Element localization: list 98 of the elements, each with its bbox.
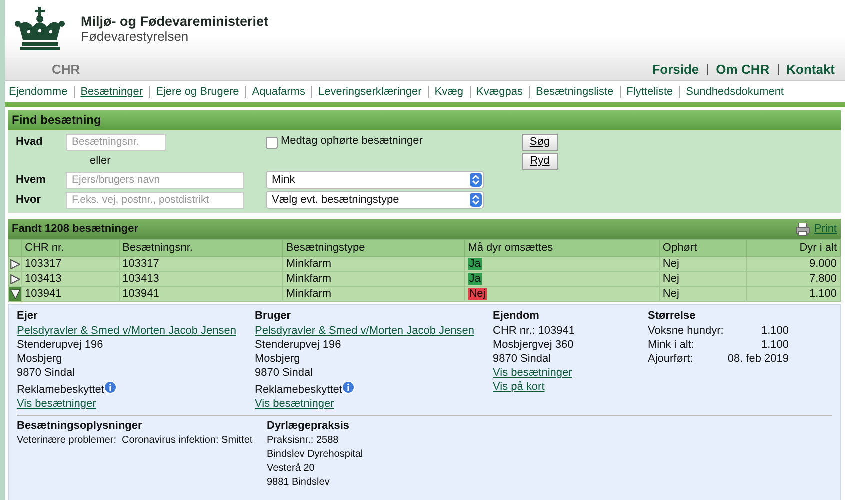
column-header: Besætningsnr. [119, 240, 283, 256]
section-heading: Ejer [17, 309, 39, 324]
property-line: Mosbjergvej 360 [493, 338, 575, 352]
species-dropdown[interactable]: Mink [266, 171, 484, 189]
table-cell: 9.000 [746, 256, 840, 272]
nav-tab[interactable]: Flytteliste [620, 86, 674, 98]
right-triangle-icon[interactable] [10, 274, 20, 284]
vet-line: 9881 Bindslev [267, 476, 331, 490]
address-line: Stenderupvej 196 [17, 338, 104, 352]
property-link[interactable]: Vis besætninger [493, 366, 572, 380]
checkbox-label: Medtag ophørte besætninger [281, 135, 423, 147]
address-line: Stenderupvej 196 [255, 338, 342, 352]
size-value: 1.100 [760, 338, 790, 352]
column-header: Ophørt [659, 240, 747, 256]
ministry-name: Miljø- og Fødevareministeriet [81, 14, 269, 29]
size-label: Mink i alt: [648, 338, 696, 352]
nav-tab[interactable]: Ejere og Brugere [149, 86, 240, 98]
name-link[interactable]: Pelsdyravler & Smed v/Morten Jacob Jensen [17, 324, 236, 338]
property-line: CHR nr.: 103941 [493, 324, 576, 338]
top-link[interactable]: Om CHR [707, 64, 770, 74]
section-heading: Størrelse [648, 309, 697, 324]
crown-logo-icon [13, 7, 67, 51]
section-heading: Ejendom [493, 309, 540, 324]
top-link[interactable]: Kontakt [778, 64, 835, 74]
table-cell: 7.800 [746, 272, 840, 286]
nav-tab[interactable]: Ejendomme [9, 86, 68, 98]
column-header: Dyr i alt [746, 240, 840, 256]
table-cell: 103941 [22, 286, 120, 302]
table-cell: Nej [659, 256, 747, 272]
name-link[interactable]: Pelsdyravler & Smed v/Morten Jacob Jensen [255, 324, 474, 338]
or-label: eller [89, 155, 112, 167]
status-tag: Ja [468, 273, 482, 285]
checkbox[interactable] [266, 137, 278, 149]
nav-tab[interactable]: Kvægpas [470, 86, 524, 98]
address-line: Mosbjerg [17, 352, 64, 366]
table-cell: 103413 [119, 272, 283, 286]
vet-line: Praksisnr.: 2588 [267, 434, 340, 448]
nav-tab[interactable]: Leveringserklæringer [311, 86, 422, 98]
search-button[interactable]: Søg [522, 134, 558, 150]
protection-label: Reklamebeskyttet [255, 383, 342, 397]
table-cell: 103941 [119, 286, 283, 302]
dropdown-arrows-icon [470, 193, 482, 207]
property-link[interactable]: Vis på kort [493, 380, 545, 394]
table-cell: 103413 [22, 272, 120, 286]
nav-tab[interactable]: Kvæg [428, 86, 464, 98]
herd-number-field[interactable]: Besætningsnr. [66, 134, 166, 150]
size-value: 1.100 [760, 324, 790, 338]
table-cell: Nej [659, 286, 747, 302]
table-cell: Minkfarm [282, 256, 465, 272]
address-field[interactable]: F.eks. vej, postnr., postdistrikt [66, 192, 244, 208]
section-heading: Dyrlægepraksis [267, 419, 351, 434]
table-cell: 103317 [22, 256, 120, 272]
down-triangle-icon[interactable] [10, 289, 20, 300]
status-tag: Nej [468, 288, 487, 300]
herd-type-dropdown[interactable]: Vælg evt. besætningstype [266, 191, 484, 209]
show-herds-link[interactable]: Vis besætninger [255, 397, 334, 411]
results-title: Fandt 1208 besætninger [12, 223, 139, 235]
column-header: CHR nr. [22, 240, 120, 256]
table-cell: 103317 [119, 256, 283, 272]
name-field[interactable]: Ejers/brugers navn [66, 172, 244, 188]
vet-line: Vesterå 20 [267, 462, 316, 476]
protection-label: Reklamebeskyttet [17, 383, 104, 397]
info-icon[interactable] [104, 381, 118, 394]
nav-tab[interactable]: Sundhedsdokument [679, 86, 784, 98]
field-label: Hvor [16, 194, 42, 206]
info-icon[interactable] [342, 381, 356, 394]
field-label: Hvem [16, 174, 47, 186]
table-cell: Minkfarm [282, 272, 465, 286]
nav-tab[interactable]: Aquafarms [245, 86, 306, 98]
section-heading: Bruger [255, 309, 292, 324]
vet-line: Bindslev Dyrehospital [267, 448, 364, 462]
site-title: CHR [52, 62, 82, 76]
table-cell: Minkfarm [282, 286, 465, 302]
dropdown-arrows-icon [470, 173, 482, 187]
size-value: 08. feb 2019 [728, 352, 790, 366]
address-line: Mosbjerg [255, 352, 302, 366]
clear-button[interactable]: Ryd [522, 152, 558, 170]
column-header: Besætningstype [282, 240, 465, 256]
field-label: Hvad [16, 136, 44, 148]
top-link[interactable]: Forside [652, 62, 700, 76]
table-cell: Nej [659, 272, 747, 286]
column-header: Må dyr omsættes [464, 240, 660, 256]
table-cell: 1.100 [746, 286, 840, 302]
address-line: 9870 Sindal [17, 366, 76, 380]
agency-name: Fødevarestyrelsen [81, 29, 190, 44]
panel-title: Find besætning [12, 113, 102, 127]
status-tag: Ja [468, 258, 482, 270]
vet-problems-text: Veterinære problemer: Coronavirus infektion: Smittet [17, 434, 253, 448]
size-label: Ajourført: [648, 352, 694, 366]
show-herds-link[interactable]: Vis besætninger [17, 397, 96, 411]
nav-tab[interactable]: Besætninger [74, 86, 144, 98]
right-triangle-icon[interactable] [10, 259, 20, 270]
nav-tab[interactable]: Besætningsliste [529, 86, 614, 98]
printer-icon [796, 222, 810, 236]
property-line: 9870 Sindal [493, 352, 552, 366]
size-label: Voksne hundyr: [648, 324, 724, 338]
section-heading: Besætningsoplysninger [17, 419, 144, 434]
address-line: 9870 Sindal [255, 366, 314, 380]
